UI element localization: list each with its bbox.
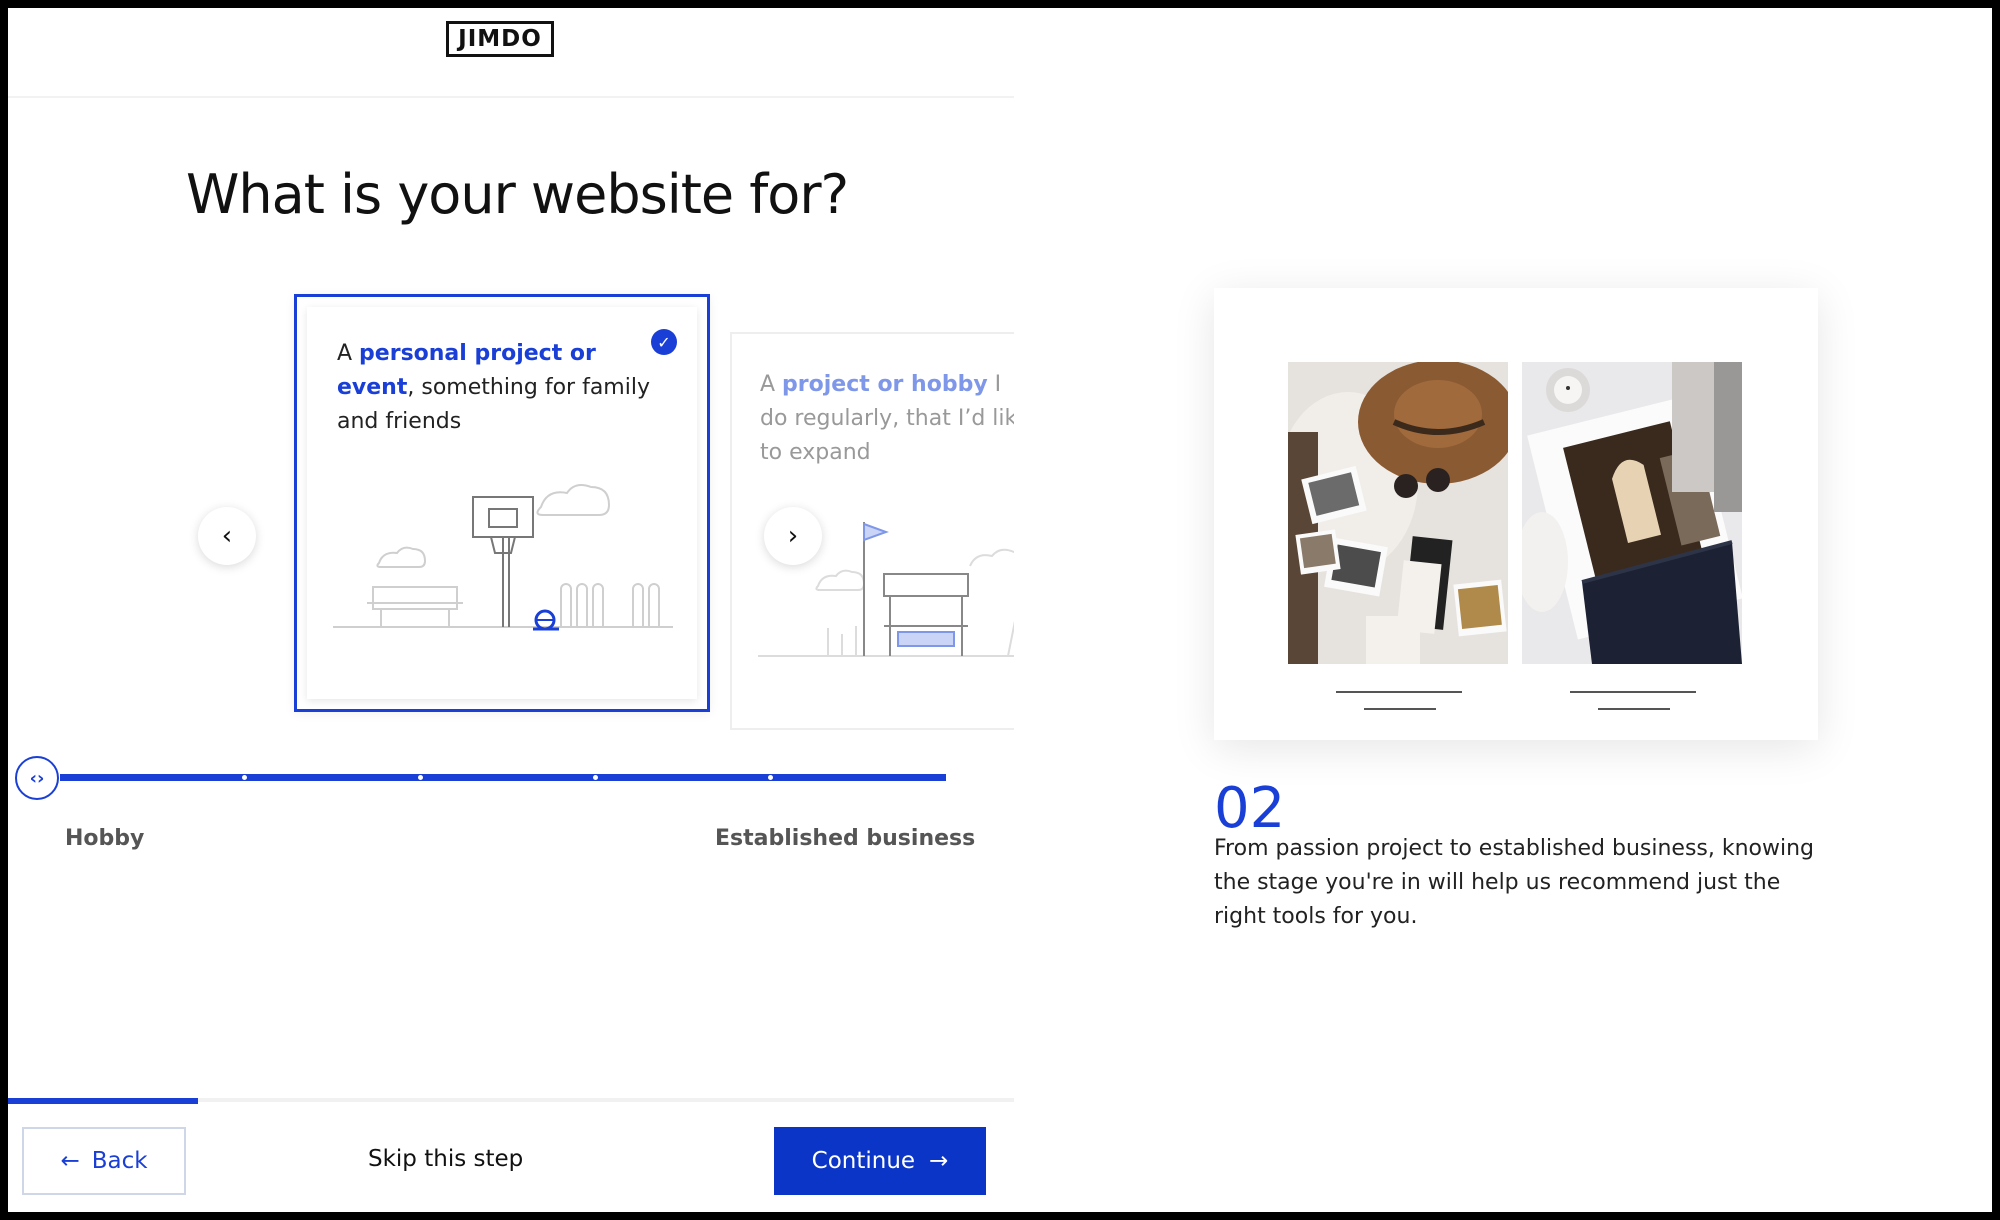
drag-arrows-icon: ‹› bbox=[29, 767, 45, 789]
top-bar: JIMDO bbox=[8, 8, 1014, 98]
check-icon: ✓ bbox=[651, 329, 677, 355]
slider-handle[interactable]: ‹› bbox=[15, 756, 59, 800]
option-card-personal[interactable]: A personal project or event, something f… bbox=[294, 294, 710, 712]
card-text-prefix: A bbox=[337, 341, 360, 366]
previous-card-button[interactable]: ‹ bbox=[198, 507, 256, 565]
skip-step-link[interactable]: Skip this step bbox=[368, 1146, 523, 1172]
basketball-court-illustration bbox=[333, 484, 673, 631]
info-panel: 02 From passion project to established b… bbox=[1014, 8, 1992, 1212]
card-text-prefix: A bbox=[760, 372, 783, 397]
card-text: A personal project or event, something f… bbox=[337, 337, 657, 439]
slider-step-dot bbox=[593, 775, 598, 780]
slider-step-dot bbox=[768, 775, 773, 780]
app-window: JIMDO What is your website for? ‹ A pers… bbox=[8, 8, 1992, 1212]
slider-label-max: Established business bbox=[715, 826, 976, 851]
back-button[interactable]: ← Back bbox=[22, 1127, 186, 1195]
magazine-photo-image bbox=[1522, 362, 1742, 664]
question-panel: JIMDO What is your website for? ‹ A pers… bbox=[8, 8, 1030, 1212]
arrow-right-icon: → bbox=[929, 1148, 949, 1174]
arrow-left-icon: ← bbox=[60, 1148, 80, 1174]
slider-step-dot bbox=[242, 775, 247, 780]
continue-button-label: Continue bbox=[811, 1148, 916, 1174]
website-preview-card bbox=[1214, 288, 1818, 740]
continue-button[interactable]: Continue → bbox=[774, 1127, 986, 1195]
card-text-highlight: project or hobby bbox=[782, 372, 988, 397]
page-title: What is your website for? bbox=[186, 163, 849, 226]
caption-placeholder bbox=[1570, 691, 1696, 693]
caption-placeholder bbox=[1598, 708, 1670, 710]
hat-photo-image bbox=[1288, 362, 1508, 664]
chevron-right-icon: › bbox=[787, 521, 799, 551]
back-button-label: Back bbox=[91, 1148, 148, 1174]
step-description: From passion project to established busi… bbox=[1214, 836, 1815, 929]
progress-bar-fill bbox=[8, 1098, 198, 1104]
slider-label-min: Hobby bbox=[65, 826, 145, 851]
slider-step-dot bbox=[418, 775, 423, 780]
business-stage-slider-track[interactable] bbox=[60, 774, 946, 781]
jimdo-logo[interactable]: JIMDO bbox=[446, 21, 554, 57]
caption-placeholder bbox=[1336, 691, 1462, 693]
next-card-button[interactable]: › bbox=[764, 507, 822, 565]
chevron-left-icon: ‹ bbox=[221, 521, 233, 551]
caption-placeholder bbox=[1364, 708, 1436, 710]
card-text: A project or hobby I do regularly, that … bbox=[760, 368, 1030, 470]
